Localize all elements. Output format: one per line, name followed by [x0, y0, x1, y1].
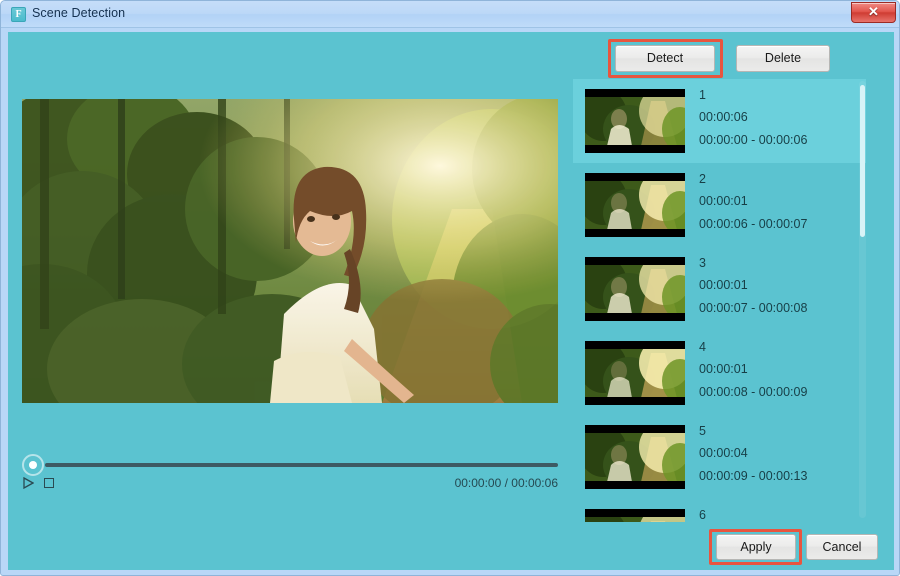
- scene-list-item[interactable]: 1 00:00:06 00:00:00 - 00:00:06: [573, 79, 866, 163]
- scene-duration: 00:00:01: [699, 362, 748, 376]
- stop-icon[interactable]: [44, 478, 54, 488]
- scene-time-range: 00:00:08 - 00:00:09: [699, 385, 808, 399]
- window-title: Scene Detection: [32, 6, 126, 20]
- scene-thumbnail: [585, 341, 685, 405]
- scene-list[interactable]: 1 00:00:06 00:00:00 - 00:00:06 2 00:00:01 00:…: [573, 79, 866, 522]
- scene-index: 1: [699, 88, 706, 102]
- scene-thumbnail: [585, 173, 685, 237]
- preview-frame-image: [22, 99, 558, 403]
- scene-thumbnail: [585, 257, 685, 321]
- scene-index: 2: [699, 172, 706, 186]
- close-icon[interactable]: ✕: [851, 2, 896, 23]
- delete-button[interactable]: Delete: [736, 45, 830, 72]
- cancel-button[interactable]: Cancel: [806, 534, 878, 560]
- scene-duration: 00:00:06: [699, 110, 748, 124]
- scene-detection-window: F Scene Detection ✕ Detect Delete 00:00:…: [0, 0, 900, 576]
- play-icon[interactable]: [23, 477, 34, 489]
- scene-index: 6: [699, 508, 706, 522]
- scene-time-range: 00:00:00 - 00:00:06: [699, 133, 808, 147]
- scene-thumbnail: [585, 425, 685, 489]
- scene-index: 5: [699, 424, 706, 438]
- scene-index: 4: [699, 340, 706, 354]
- video-preview[interactable]: [22, 99, 558, 403]
- scene-thumbnail: [585, 509, 685, 522]
- scene-duration: 00:00:04: [699, 446, 748, 460]
- scene-time-range: 00:00:06 - 00:00:07: [699, 217, 808, 231]
- scene-time-range: 00:00:07 - 00:00:08: [699, 301, 808, 315]
- app-logo-icon: F: [11, 7, 26, 22]
- scene-list-item[interactable]: 2 00:00:01 00:00:06 - 00:00:07: [573, 163, 866, 247]
- scene-list-item[interactable]: 4 00:00:01 00:00:08 - 00:00:09: [573, 331, 866, 415]
- title-bar: F Scene Detection ✕: [1, 1, 899, 28]
- scene-list-scrollbar-thumb[interactable]: [860, 85, 865, 237]
- scene-list-item[interactable]: 3 00:00:01 00:00:07 - 00:00:08: [573, 247, 866, 331]
- scene-index: 3: [699, 256, 706, 270]
- apply-button[interactable]: Apply: [716, 534, 796, 560]
- seek-bar-handle[interactable]: [22, 454, 44, 476]
- scene-duration: 00:00:01: [699, 278, 748, 292]
- scene-list-item[interactable]: 6: [573, 499, 866, 522]
- scene-thumbnail: [585, 89, 685, 153]
- scene-list-item[interactable]: 5 00:00:04 00:00:09 - 00:00:13: [573, 415, 866, 499]
- detect-button[interactable]: Detect: [615, 45, 715, 72]
- seek-bar-track[interactable]: [45, 463, 558, 467]
- timecode-label: 00:00:00 / 00:00:06: [454, 476, 558, 490]
- scene-time-range: 00:00:09 - 00:00:13: [699, 469, 808, 483]
- scene-duration: 00:00:01: [699, 194, 748, 208]
